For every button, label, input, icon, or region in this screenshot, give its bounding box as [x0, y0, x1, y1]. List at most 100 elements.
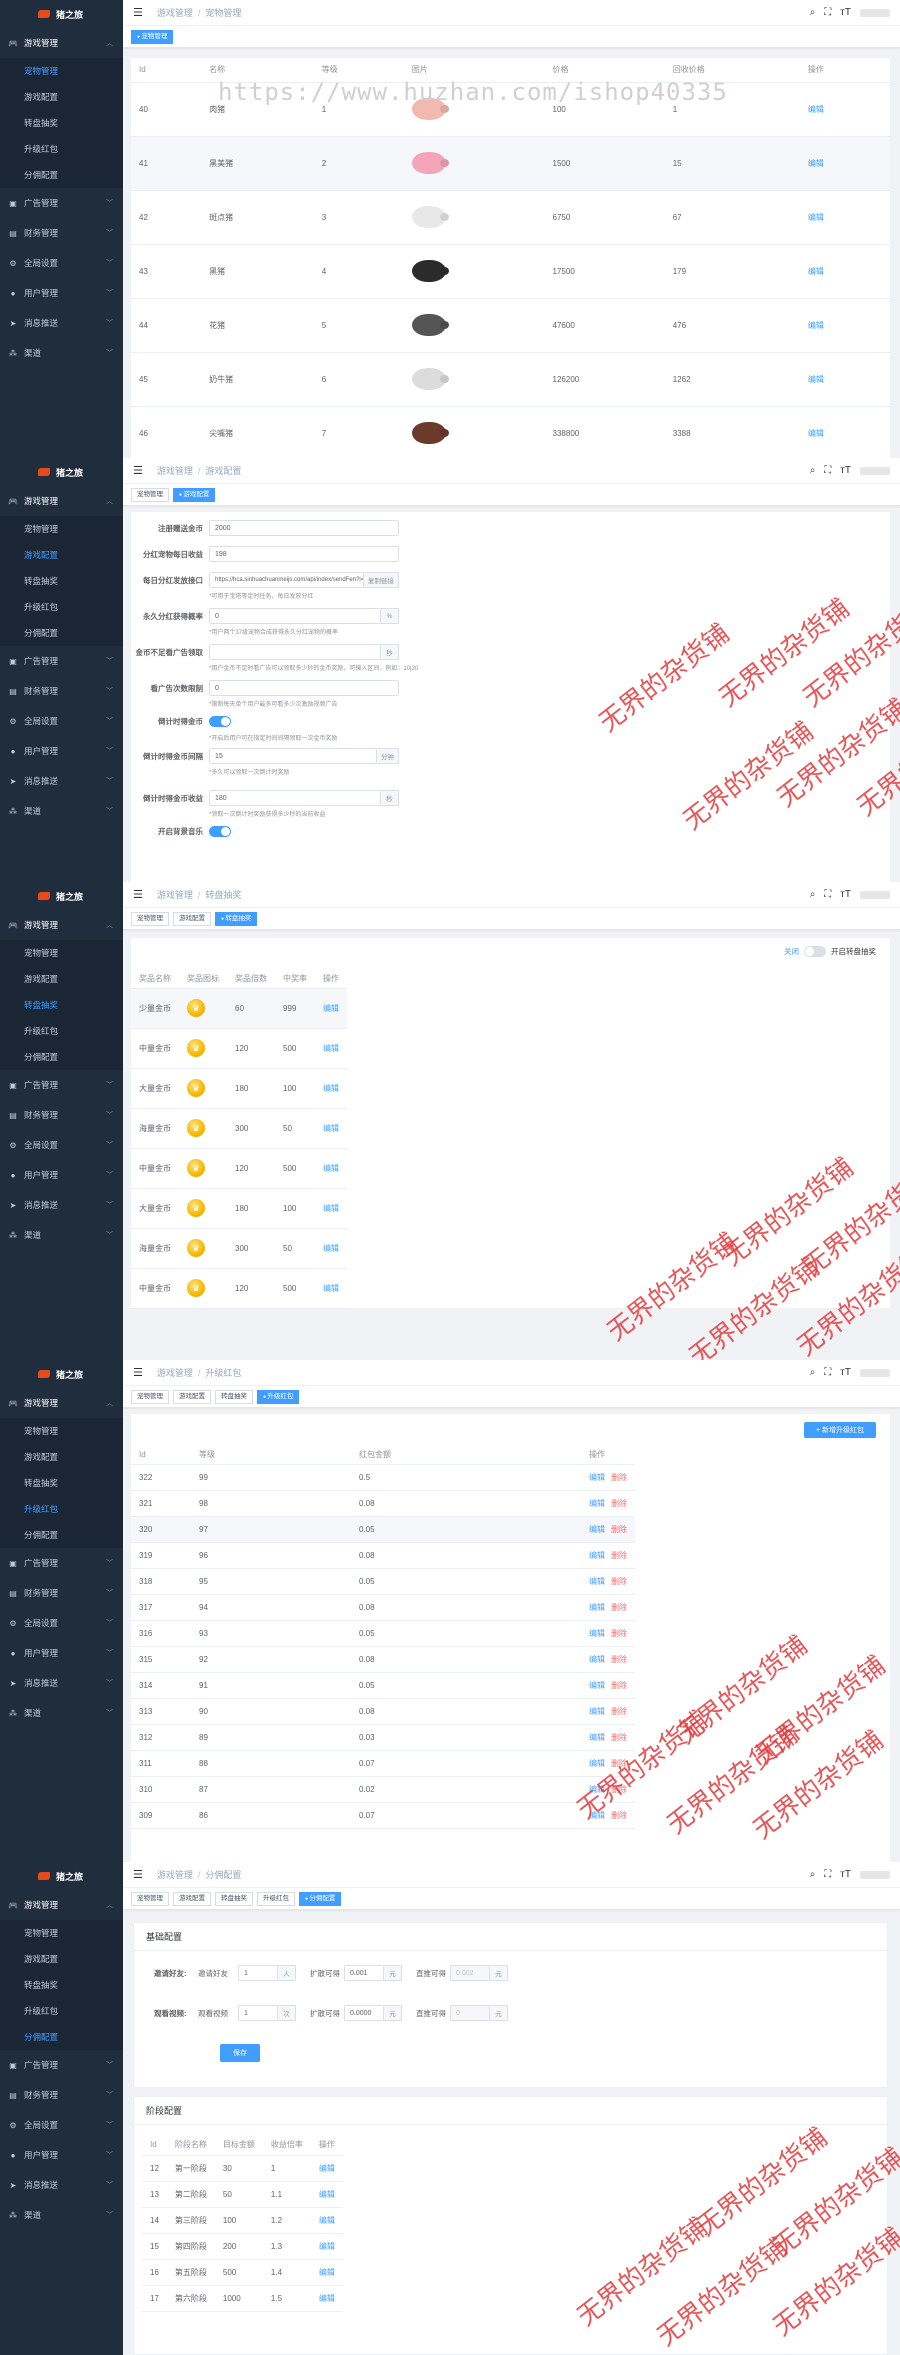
breadcrumb-item[interactable]: 游戏管理 [157, 1870, 193, 1880]
menu-game[interactable]: 🎮 游戏管理 ︿ [0, 910, 123, 940]
tag-item[interactable]: 转盘抽奖 [215, 911, 258, 926]
edit-link[interactable]: 编辑 [319, 2164, 335, 2173]
tag-item[interactable]: 升级红包 [257, 1891, 295, 1906]
edit-link[interactable]: 编辑 [589, 1811, 605, 1820]
menu-lottery[interactable]: 转盘抽奖 [0, 992, 123, 1018]
delete-link[interactable]: 删除 [611, 1603, 627, 1612]
delete-link[interactable]: 删除 [611, 1577, 627, 1586]
delete-link[interactable]: 删除 [611, 1811, 627, 1820]
hamburger-icon[interactable]: ☰ [133, 464, 143, 477]
edit-link[interactable]: 编辑 [589, 1785, 605, 1794]
menu-split[interactable]: 分佣配置 [0, 162, 123, 188]
font-size-icon[interactable]: тT [840, 1869, 851, 1880]
lottery-switch[interactable] [804, 946, 826, 957]
menu-game[interactable]: 🎮 游戏管理 ︿ [0, 486, 123, 516]
edit-link[interactable]: 编辑 [808, 321, 824, 330]
search-icon[interactable]: ⌕ [810, 1367, 816, 1378]
tag-item[interactable]: 转盘抽奖 [215, 1389, 253, 1404]
font-size-icon[interactable]: тT [840, 465, 851, 476]
edit-link[interactable]: 编辑 [589, 1681, 605, 1690]
tag-item[interactable]: 宠物管理 [131, 1891, 169, 1906]
tag-item[interactable]: 游戏配置 [173, 487, 216, 502]
timer-switch[interactable] [209, 716, 231, 727]
edit-link[interactable]: 编辑 [589, 1577, 605, 1586]
invite-count-input[interactable]: 1 [238, 1965, 278, 1981]
spread-input[interactable]: 0.001 [344, 1965, 384, 1981]
fullscreen-icon[interactable]: ⛶ [824, 7, 831, 18]
tag-item[interactable]: 分佣配置 [299, 1891, 342, 1906]
menu-finance[interactable]: ▤ 财务管理 ﹀ [0, 2080, 123, 2110]
tag-item[interactable]: 游戏配置 [173, 1891, 211, 1906]
edit-link[interactable]: 编辑 [589, 1629, 605, 1638]
menu-channel[interactable]: ⁂ 渠道 ﹀ [0, 796, 123, 826]
edit-link[interactable]: 编辑 [589, 1603, 605, 1612]
menu-pets[interactable]: 宠物管理 [0, 516, 123, 542]
edit-link[interactable]: 编辑 [808, 105, 824, 114]
menu-user[interactable]: ● 用户管理 ﹀ [0, 1160, 123, 1190]
avatar[interactable] [860, 1368, 890, 1377]
menu-pets[interactable]: 宠物管理 [0, 1920, 123, 1946]
menu-split[interactable]: 分佣配置 [0, 2024, 123, 2050]
menu-redpack[interactable]: 升级红包 [0, 594, 123, 620]
edit-link[interactable]: 编辑 [323, 1084, 339, 1093]
menu-split[interactable]: 分佣配置 [0, 1522, 123, 1548]
edit-link[interactable]: 编辑 [319, 2216, 335, 2225]
reg-coin-input[interactable]: 2000 [209, 520, 399, 536]
edit-link[interactable]: 编辑 [808, 429, 824, 438]
tag-item[interactable]: 游戏配置 [173, 1389, 211, 1404]
tag-item[interactable]: 升级红包 [257, 1389, 300, 1404]
menu-global[interactable]: ⚙ 全局设置 ﹀ [0, 1608, 123, 1638]
menu-redpack[interactable]: 升级红包 [0, 136, 123, 162]
menu-redpack[interactable]: 升级红包 [0, 1998, 123, 2024]
menu-msg[interactable]: ➤ 消息推送 ﹀ [0, 1190, 123, 1220]
tag-item[interactable]: 转盘抽奖 [215, 1891, 253, 1906]
avatar[interactable] [860, 466, 890, 475]
menu-msg[interactable]: ➤ 消息推送 ﹀ [0, 766, 123, 796]
edit-link[interactable]: 编辑 [319, 2268, 335, 2277]
menu-ad[interactable]: ▣ 广告管理 ﹀ [0, 188, 123, 218]
menu-global[interactable]: ⚙ 全局设置 ﹀ [0, 706, 123, 736]
menu-game[interactable]: 🎮 游戏管理 ︿ [0, 1890, 123, 1920]
menu-global[interactable]: ⚙ 全局设置 ﹀ [0, 248, 123, 278]
menu-finance[interactable]: ▤ 财务管理 ﹀ [0, 676, 123, 706]
breadcrumb-item[interactable]: 游戏管理 [157, 466, 193, 476]
edit-link[interactable]: 编辑 [323, 1164, 339, 1173]
edit-link[interactable]: 编辑 [589, 1759, 605, 1768]
menu-game[interactable]: 🎮 游戏管理 ︿ [0, 1388, 123, 1418]
delete-link[interactable]: 删除 [611, 1733, 627, 1742]
menu-lottery[interactable]: 转盘抽奖 [0, 568, 123, 594]
tag-item[interactable]: 宠物管理 [131, 911, 169, 926]
delete-link[interactable]: 删除 [611, 1629, 627, 1638]
menu-lottery[interactable]: 转盘抽奖 [0, 1470, 123, 1496]
breadcrumb-item[interactable]: 游戏管理 [157, 1368, 193, 1378]
tag-item[interactable]: 宠物管理 [131, 1389, 169, 1404]
font-size-icon[interactable]: тT [840, 1367, 851, 1378]
edit-link[interactable]: 编辑 [323, 1284, 339, 1293]
menu-ad[interactable]: ▣ 广告管理 ﹀ [0, 2050, 123, 2080]
menu-config[interactable]: 游戏配置 [0, 542, 123, 568]
spread-input[interactable]: 0.0000 [344, 2005, 384, 2021]
menu-channel[interactable]: ⁂ 渠道 ﹀ [0, 1698, 123, 1728]
search-icon[interactable]: ⌕ [810, 465, 816, 476]
short-coin-input[interactable] [209, 644, 381, 660]
menu-config[interactable]: 游戏配置 [0, 966, 123, 992]
save-button[interactable]: 保存 [220, 2044, 260, 2062]
edit-link[interactable]: 编辑 [589, 1655, 605, 1664]
music-switch[interactable] [209, 826, 231, 837]
edit-link[interactable]: 编辑 [323, 1124, 339, 1133]
edit-link[interactable]: 编辑 [319, 2242, 335, 2251]
share-income-input[interactable]: 198 [209, 546, 399, 562]
hamburger-icon[interactable]: ☰ [133, 6, 143, 19]
fullscreen-icon[interactable]: ⛶ [824, 889, 831, 900]
avatar[interactable] [860, 8, 890, 17]
edit-link[interactable]: 编辑 [323, 1244, 339, 1253]
delete-link[interactable]: 删除 [611, 1759, 627, 1768]
menu-split[interactable]: 分佣配置 [0, 620, 123, 646]
avatar[interactable] [860, 890, 890, 899]
menu-user[interactable]: ● 用户管理 ﹀ [0, 2140, 123, 2170]
edit-link[interactable]: 编辑 [589, 1551, 605, 1560]
menu-ad[interactable]: ▣ 广告管理 ﹀ [0, 646, 123, 676]
menu-global[interactable]: ⚙ 全局设置 ﹀ [0, 2110, 123, 2140]
breadcrumb-item[interactable]: 游戏管理 [157, 890, 193, 900]
menu-config[interactable]: 游戏配置 [0, 1946, 123, 1972]
